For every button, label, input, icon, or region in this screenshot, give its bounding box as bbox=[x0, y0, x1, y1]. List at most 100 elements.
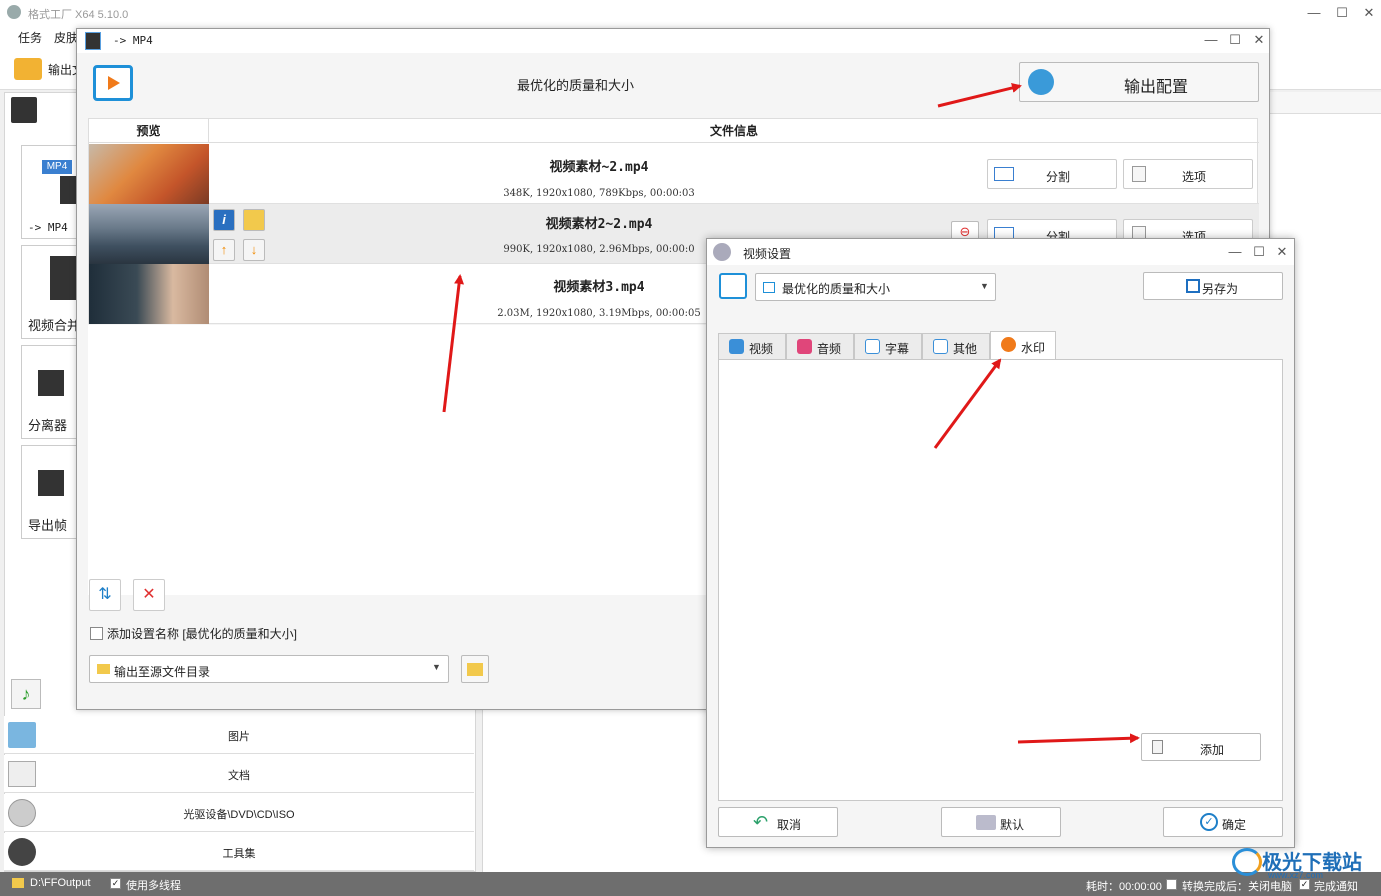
multithread-label: 使用多线程 bbox=[126, 880, 181, 892]
add-watermark-button[interactable]: 添加 bbox=[1141, 733, 1261, 761]
tool-video-merge[interactable]: 视频合并 bbox=[21, 245, 81, 339]
category-toolbox[interactable]: 工具集 bbox=[4, 833, 474, 871]
app-logo-icon bbox=[7, 5, 21, 19]
shutdown-label: 转换完成后：关闭电脑 bbox=[1182, 881, 1292, 893]
save-icon bbox=[1186, 279, 1200, 293]
tool-label: 导出帧 bbox=[28, 518, 68, 533]
options-icon bbox=[1132, 166, 1146, 182]
default-button[interactable]: 默认 bbox=[941, 807, 1061, 837]
category-document[interactable]: 文档 bbox=[4, 755, 474, 793]
preset-value: 最优化的质量和大小 bbox=[782, 282, 891, 296]
site-watermark-url: www.xz7.com bbox=[1268, 870, 1324, 880]
statusbar: D:\FFOutput ✓ 使用多线程 耗时：00:00:00 转换完成后：关闭… bbox=[0, 872, 1381, 896]
category-image[interactable]: 图片 bbox=[4, 716, 474, 754]
clear-list-icon[interactable]: ✕ bbox=[133, 579, 165, 611]
gear-icon bbox=[1028, 69, 1054, 95]
notify-label: 完成通知 bbox=[1314, 881, 1358, 893]
watermark-tab-icon bbox=[1001, 337, 1016, 352]
format-window-title: -> MP4 bbox=[113, 34, 153, 47]
video-category-icon[interactable] bbox=[11, 97, 37, 123]
check-icon: ✓ bbox=[1200, 813, 1218, 831]
film-merge-icon bbox=[50, 256, 78, 300]
options-label: 选项 bbox=[1182, 170, 1207, 184]
app-logo-icon bbox=[713, 243, 731, 261]
ok-label: 确定 bbox=[1222, 818, 1247, 832]
save-as-button[interactable]: 另存为 bbox=[1143, 272, 1283, 300]
shutdown-checkbox[interactable] bbox=[1166, 879, 1177, 890]
maximize-icon[interactable]: ☐ bbox=[1328, 0, 1356, 26]
main-window-title: 格式工厂 X64 5.10.0 bbox=[28, 9, 129, 21]
tab-other[interactable]: 其他 bbox=[922, 333, 990, 359]
film-split-icon bbox=[38, 370, 64, 396]
film-frame-icon bbox=[38, 470, 64, 496]
add-setting-name-checkbox[interactable] bbox=[90, 627, 103, 640]
menu-skin[interactable]: 皮肤 bbox=[54, 29, 78, 46]
music-tab-icon bbox=[797, 339, 812, 354]
cancel-label: 取消 bbox=[777, 818, 802, 832]
film-icon bbox=[85, 32, 101, 50]
category-label: 光驱设备\DVD\CD\ISO bbox=[183, 809, 295, 821]
menu-task[interactable]: 任务 bbox=[18, 29, 42, 46]
category-disc[interactable]: 光驱设备\DVD\CD\ISO bbox=[4, 794, 474, 832]
format-window-titlebar: -> MP4 — ☐ ✕ bbox=[77, 29, 1269, 53]
ok-button[interactable]: ✓ 确定 bbox=[1163, 807, 1283, 837]
tab-audio[interactable]: 音频 bbox=[786, 333, 854, 359]
tab-label: 字幕 bbox=[885, 342, 910, 356]
close-icon[interactable]: ✕ bbox=[1355, 0, 1381, 26]
elapsed-time: 耗时：00:00:00 bbox=[1086, 881, 1162, 893]
tool-label: 分离器 bbox=[28, 418, 68, 433]
default-label: 默认 bbox=[1000, 818, 1025, 832]
notify-checkbox[interactable]: ✓ bbox=[1299, 879, 1310, 890]
back-arrow-icon: ↶ bbox=[753, 812, 769, 832]
document-icon bbox=[1152, 740, 1163, 754]
minimize-icon[interactable]: — bbox=[1300, 0, 1328, 26]
tab-watermark[interactable]: 水印 bbox=[990, 331, 1056, 359]
tab-label: 音频 bbox=[817, 342, 842, 356]
file-name: 视频素材2~2.mp4 bbox=[545, 217, 653, 232]
chevron-down-icon: ▼ bbox=[432, 662, 441, 672]
output-config-label: 输出配置 bbox=[1124, 79, 1189, 96]
tool-label: -> MP4 bbox=[28, 221, 68, 234]
close-icon[interactable]: ✕ bbox=[1268, 239, 1296, 265]
quality-preset-label: 最优化的质量和大小 bbox=[517, 78, 635, 93]
video-settings-title: 视频设置 bbox=[743, 247, 792, 261]
options-button[interactable]: 选项 bbox=[1123, 159, 1253, 189]
add-setting-name-label: 添加设置名称 [最优化的质量和大小] bbox=[107, 627, 298, 641]
video-thumbnail bbox=[89, 144, 209, 204]
tool-splitter[interactable]: 分离器 bbox=[21, 345, 81, 439]
multithread-checkbox[interactable]: ✓ bbox=[110, 878, 121, 889]
settings-tab-icon bbox=[933, 339, 948, 354]
tab-video[interactable]: 视频 bbox=[718, 333, 786, 359]
output-dir-value: 输出至源文件目录 bbox=[114, 665, 211, 679]
folder-icon bbox=[97, 664, 110, 674]
tab-label: 视频 bbox=[749, 342, 774, 356]
tab-subtitle[interactable]: 字幕 bbox=[854, 333, 922, 359]
add-label: 添加 bbox=[1200, 743, 1225, 757]
video-thumbnail bbox=[89, 264, 209, 324]
output-folder-icon[interactable] bbox=[14, 58, 42, 80]
column-file-info: 文件信息 bbox=[209, 119, 1259, 143]
output-config-button[interactable]: 输出配置 bbox=[1019, 62, 1259, 102]
close-icon[interactable]: ✕ bbox=[1245, 27, 1273, 53]
chevron-down-icon: ▼ bbox=[980, 281, 989, 291]
category-label: 文档 bbox=[228, 770, 250, 782]
output-dir-select[interactable]: 输出至源文件目录 ▼ bbox=[89, 655, 449, 683]
tool-to-mp4[interactable]: MP4 -> MP4 bbox=[21, 145, 81, 239]
file-row[interactable]: 视频素材~2.mp4 348K, 1920x1080, 789Kbps, 00:… bbox=[89, 144, 1259, 204]
main-titlebar: 格式工厂 X64 5.10.0 — ☐ ✕ bbox=[0, 0, 1381, 26]
music-category-icon[interactable]: ♪ bbox=[11, 679, 41, 709]
tab-label: 其他 bbox=[953, 342, 978, 356]
video-tab-icon bbox=[729, 339, 744, 354]
preset-select[interactable]: 最优化的质量和大小 ▼ bbox=[755, 273, 996, 301]
split-button[interactable]: 分割 bbox=[987, 159, 1117, 189]
sort-icon[interactable]: ⇅ bbox=[89, 579, 121, 611]
column-preview: 预览 bbox=[89, 119, 209, 143]
split-icon bbox=[994, 167, 1014, 181]
video-thumbnail bbox=[89, 204, 209, 264]
cancel-button[interactable]: ↶ 取消 bbox=[718, 807, 838, 837]
browse-folder-button[interactable] bbox=[461, 655, 489, 683]
site-logo-icon bbox=[1232, 848, 1262, 876]
output-path[interactable]: D:\FFOutput bbox=[30, 877, 91, 889]
tool-export-frames[interactable]: 导出帧 bbox=[21, 445, 81, 539]
category-label: 图片 bbox=[228, 731, 250, 743]
